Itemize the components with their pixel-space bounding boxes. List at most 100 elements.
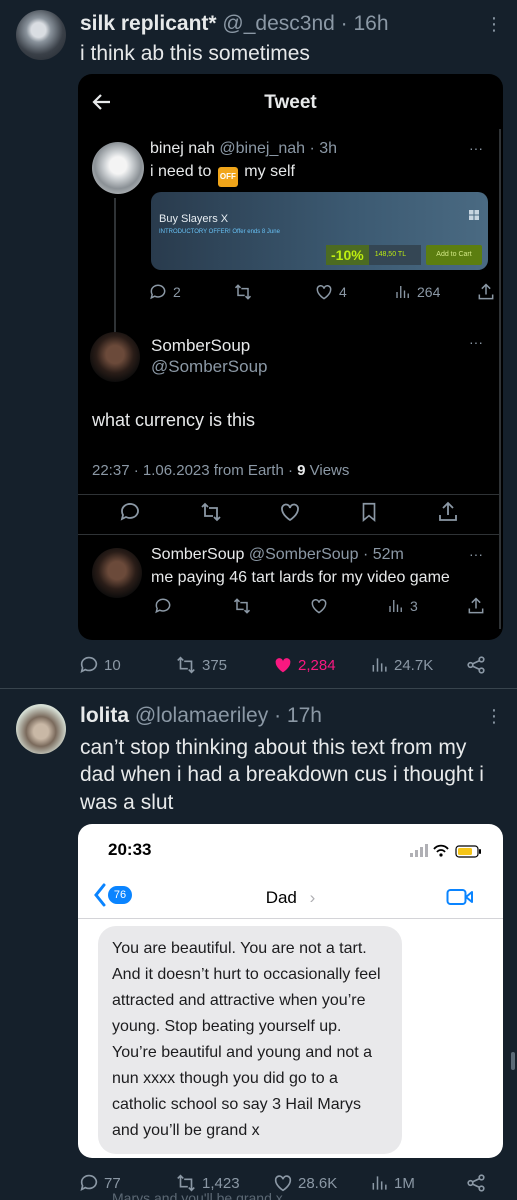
view-count: 3: [387, 596, 418, 616]
divider: [78, 534, 499, 535]
retweet-action: [198, 500, 224, 524]
heart-filled-icon: [275, 658, 291, 673]
share-action: [476, 282, 496, 302]
share-button[interactable]: [465, 1172, 487, 1194]
thread-line: [114, 198, 116, 338]
steam-store-card: Buy Slayers X INTRODUCTORY OFFER! Offer …: [151, 192, 488, 270]
screen-title: Tweet: [264, 92, 317, 113]
author-handle[interactable]: @_desc3nd: [222, 12, 334, 35]
comment-action: [153, 596, 173, 616]
comment-icon: [155, 598, 171, 614]
share-icon: [468, 597, 484, 614]
reply-time: · 52m: [362, 546, 404, 563]
reply-handle: @SomberSoup: [248, 546, 359, 563]
tweet-avatar: [90, 332, 140, 382]
reply-avatar: [92, 548, 142, 598]
view-count-value: 264: [417, 284, 441, 300]
retweet-action: [232, 282, 254, 302]
retweet-icon: [201, 502, 221, 522]
reply-actions: 3: [153, 596, 488, 618]
tweet-text: what currency is this: [92, 410, 256, 430]
author-name[interactable]: silk replicant*: [80, 12, 217, 35]
reply-button[interactable]: 10: [78, 654, 121, 676]
post-time[interactable]: · 16h: [341, 12, 389, 35]
bookmark-icon: [362, 502, 376, 523]
comment-action: [118, 500, 142, 524]
view-count: 264: [394, 282, 440, 302]
author-avatar[interactable]: [16, 704, 66, 754]
tweet-author-name: SomberSoup: [151, 336, 251, 355]
views-icon: [396, 286, 409, 298]
tweet-views-label: Views: [309, 462, 350, 479]
embedded-screenshot[interactable]: Tweet binej nah @binej_nah · 3h ··· i ne…: [78, 74, 503, 640]
reply-count-value: 2: [173, 284, 181, 300]
like-button[interactable]: 2,284: [272, 654, 336, 676]
status-icons: [410, 844, 481, 858]
heart-icon: [316, 284, 332, 300]
views-icon: [372, 658, 387, 672]
author-name[interactable]: lolita: [80, 704, 129, 727]
chevron-right-icon: ›: [309, 888, 316, 907]
views-button[interactable]: 1M: [370, 1172, 415, 1194]
view-count: 24.7K: [394, 656, 434, 674]
off-emoji-icon: OFF: [217, 167, 238, 187]
share-action: [436, 500, 460, 524]
reply-header: binej nah @binej_nah · 3h: [150, 140, 337, 158]
overlapping-ghost-text: Marys and you'll be grand x: [112, 1190, 283, 1200]
views-icon: [372, 1176, 387, 1190]
like-action: [309, 596, 329, 616]
post-text: i think ab this sometimes: [80, 42, 310, 65]
retweet-icon: [177, 656, 195, 674]
views-button[interactable]: 24.7K: [370, 654, 433, 676]
heart-icon: [281, 503, 299, 522]
reply-text-start: i need to: [150, 163, 212, 180]
reply-name: binej nah: [150, 140, 215, 157]
heart-icon: [311, 598, 327, 614]
author-handle[interactable]: @lolamaeriley: [135, 704, 268, 727]
comment-icon: [120, 503, 139, 521]
comment-icon: [80, 656, 98, 673]
reply-count: 10: [104, 656, 121, 674]
retweet-button[interactable]: 375: [174, 654, 227, 676]
like-count: 28.6K: [298, 1174, 338, 1192]
reply-text: me paying 46 tart lards for my video gam…: [151, 569, 450, 586]
post-actions: 10 375 2,284 24.7K: [78, 654, 488, 678]
retweet-count: 1,423: [202, 1174, 240, 1192]
retweet-icon: [234, 284, 252, 300]
steam-discount: -10%: [326, 245, 369, 265]
retweet-icon: [233, 598, 251, 614]
like-count: 4: [314, 282, 347, 302]
post-time[interactable]: · 17h: [274, 704, 322, 727]
post-divider: [0, 688, 517, 689]
message-bubble: You are beautiful. You are not a tart. A…: [98, 926, 402, 1154]
share-icon: [439, 501, 457, 521]
view-count: 1M: [394, 1174, 415, 1192]
more-options-icon[interactable]: ⋮: [485, 706, 503, 727]
post-header: silk replicant* @_desc3nd · 16h: [80, 12, 389, 36]
scrollbar-thumb[interactable]: [511, 1052, 515, 1070]
tweet-meta: 22:37 · 1.06.2023 from Earth · 9 Views: [92, 462, 349, 479]
like-count-value: 4: [339, 284, 347, 300]
reply-count: 2: [148, 282, 181, 302]
divider: [78, 494, 499, 495]
steam-add-to-cart: Add to Cart: [426, 245, 482, 265]
steam-price-block: -10% 148,50 TL: [326, 245, 421, 265]
comment-icon: [80, 1174, 98, 1191]
author-avatar[interactable]: [16, 10, 66, 60]
share-button[interactable]: [465, 654, 487, 676]
reply-more-icon: ···: [469, 140, 483, 156]
scroll-track: [499, 129, 501, 629]
contact-name-label: Dad: [265, 888, 297, 907]
tweet-more-icon: ···: [469, 334, 483, 350]
windows-icon: [469, 210, 479, 220]
steam-game-title: Buy Slayers X: [159, 213, 229, 225]
share-action: [466, 596, 486, 616]
tweet-author-handle: @SomberSoup: [151, 357, 268, 376]
comment-icon: [150, 284, 166, 300]
bookmark-action: [358, 500, 380, 524]
post-text: can’t stop thinking about this text from…: [80, 736, 484, 814]
reply-avatar: [92, 142, 144, 194]
embedded-screenshot[interactable]: 20:33 76 Dad › You are beautiful. You ar…: [78, 824, 503, 1158]
reply-handle: @binej_nah: [219, 140, 306, 157]
more-options-icon[interactable]: ⋮: [485, 14, 503, 35]
